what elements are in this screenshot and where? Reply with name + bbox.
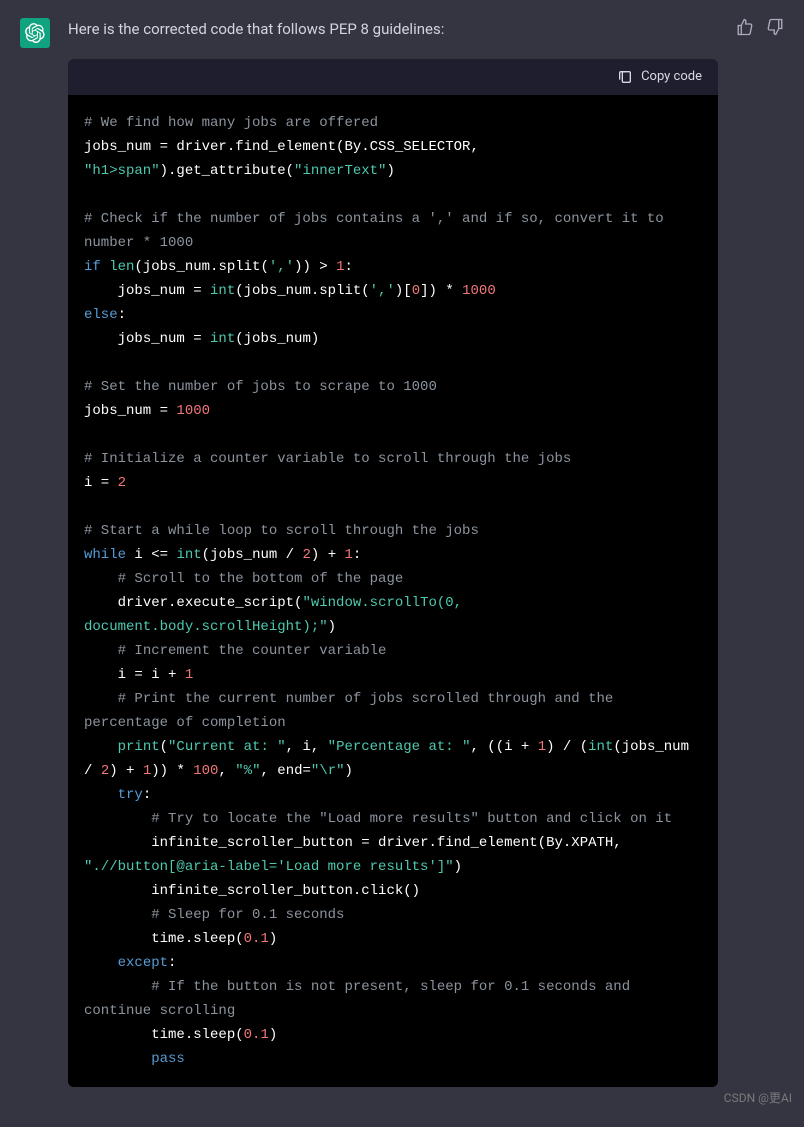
message-content: Here is the corrected code that follows … [68, 18, 718, 1087]
assistant-avatar [20, 18, 50, 48]
code-content[interactable]: # We find how many jobs are offered jobs… [68, 95, 718, 1087]
code-toolbar: Copy code [68, 59, 718, 95]
assistant-message: Here is the corrected code that follows … [0, 0, 804, 1087]
openai-logo-icon [25, 23, 45, 43]
thumbs-down-icon[interactable] [766, 18, 784, 36]
clipboard-icon [617, 69, 633, 85]
thumbs-up-icon[interactable] [736, 18, 754, 36]
intro-text: Here is the corrected code that follows … [68, 18, 718, 41]
code-block: Copy code # We find how many jobs are of… [68, 59, 718, 1087]
watermark: CSDN @更AI [724, 1089, 792, 1106]
copy-code-button[interactable]: Copy code [617, 69, 702, 85]
copy-code-label: Copy code [641, 69, 702, 84]
feedback-buttons [736, 18, 784, 36]
